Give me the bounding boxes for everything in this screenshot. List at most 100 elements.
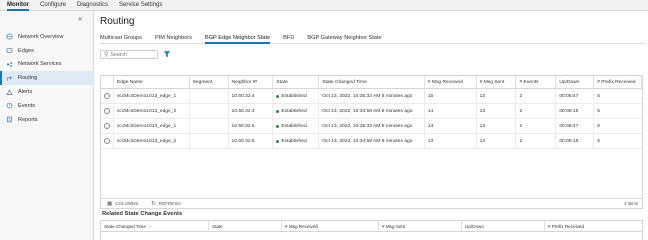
events-icon [6,102,13,109]
column-header[interactable]: # Msg Sent [477,76,517,88]
state-cell: Established [273,119,320,133]
select-column-header [101,76,114,88]
routing-tabs: Multicast Groups PIM Neighbors BGP Edge … [100,34,645,44]
tab-configure[interactable]: Configure [40,0,66,11]
tab-diagnostics[interactable]: Diagnostics [77,0,108,11]
prefix-received-cell: 5 [597,93,600,99]
edge-name-cell: vccMcsDemo1013_edge_1 [114,89,190,103]
row-select-radio[interactable] [103,123,110,129]
tab-multicast-groups[interactable]: Multicast Groups [100,34,142,44]
table-row[interactable]: vccMcsDemo1013_edge_1 10.50.32.5 Establi… [101,119,642,134]
sidebar-item-network-overview[interactable]: Network Overview [0,30,94,44]
neighbor-ip-cell: 10.50.32.5 [229,134,274,148]
collapse-sidebar-icon[interactable]: « [78,14,82,23]
sidebar-item-alerts[interactable]: Alerts [0,85,94,99]
edge-name-cell: vccMcsDemo1013_edge_2 [114,104,190,118]
prefix-received-cell: 5 [597,123,600,129]
routing-icon [6,75,13,82]
neighbor-ip-cell: 10.50.32.5 [229,119,274,133]
table-row[interactable]: vccMcsDemo1013_edge_1 10.50.32.4 Establi… [101,89,642,104]
sidebar-item-network-services[interactable]: Network Services [0,58,94,72]
segment-cell [190,89,229,103]
msg-received-cell: 14 [425,104,477,118]
row-select-radio[interactable] [103,138,110,144]
columns-button[interactable]: ▦ COLUMNS [107,201,138,207]
row-select-radio[interactable] [103,108,110,114]
tab-monitor[interactable]: Monitor [7,0,29,11]
up-down-cell: 00:08:15 [556,134,595,148]
state-cell: Established [273,89,320,103]
sidebar: « Network Overview Edges Network Service… [0,11,94,240]
tab-bfd[interactable]: BFD [283,34,294,44]
sidebar-item-edges[interactable]: Edges [0,44,94,58]
events-section-title: Related State Change Events [102,211,183,217]
edge-icon [6,47,13,54]
column-header[interactable]: State [209,221,282,231]
column-header[interactable]: # Prefix Received [594,76,643,88]
events-cell: 2 [516,134,557,148]
page-title: Routing [100,16,135,27]
sidebar-item-reports[interactable]: Reports [0,113,94,127]
events-cell: 2 [516,104,557,118]
top-navigation: Monitor Configure Diagnostics Service Se… [0,0,648,11]
segment-cell [190,119,229,133]
sort-descending-icon[interactable]: ↓ [149,224,151,229]
column-header[interactable]: Up/Down [556,76,595,88]
tab-bgp-edge-neighbor-state[interactable]: BGP Edge Neighbor State [204,34,271,44]
msg-sent-cell: 13 [477,134,517,148]
column-header[interactable]: Neighbor IP [229,76,274,88]
established-status-icon [276,124,280,128]
column-header[interactable]: # Msg Received [425,76,477,88]
column-header[interactable]: Segment [190,76,229,88]
prefix-received-cell: 5 [597,138,600,144]
row-select-radio[interactable] [103,93,110,99]
grid-footer: ▦ COLUMNS ↻ REFRESH 4 items [101,198,642,208]
prefix-received-cell: 5 [597,108,600,114]
filter-icon[interactable] [163,50,171,58]
tab-service-settings[interactable]: Service Settings [119,0,162,11]
established-status-icon [276,109,280,113]
neighbor-ip-cell: 10.50.32.4 [229,89,274,103]
sidebar-item-label: Routing [18,75,38,82]
column-header-state-changed-time[interactable]: State Changed Time ↓ [101,221,209,231]
sidebar-item-events[interactable]: Events [0,99,94,113]
sidebar-item-label: Network Overview [18,33,64,40]
main-content: Routing Multicast Groups PIM Neighbors B… [95,11,648,240]
column-header[interactable]: Up/Down [462,221,545,231]
alert-icon [6,88,13,96]
column-header[interactable]: # Prefix Received [545,221,642,231]
network-icon [6,33,13,40]
column-header[interactable]: # Msg Received [282,221,379,231]
services-icon [6,61,13,68]
refresh-button[interactable]: ↻ REFRESH [151,201,181,207]
state-cell: Established [273,104,320,118]
up-down-cell: 00:08:47 [556,89,595,103]
established-status-icon [276,139,280,143]
sidebar-item-label: Events [18,102,36,109]
search-input[interactable] [110,51,157,58]
table-row[interactable]: vccMcsDemo1013_edge_2 10.50.32.5 Establi… [101,134,642,149]
tab-bgp-gateway-neighbor-state[interactable]: BGP Gateway Neighbor State [307,34,381,44]
segment-cell [190,104,229,118]
bgp-neighbor-grid: Edge Name Segment Neighbor IP State Stat… [100,75,643,209]
item-count: 4 items [624,201,638,206]
tab-pim-neighbors[interactable]: PIM Neighbors [155,34,192,44]
sidebar-item-routing[interactable]: Routing [0,71,94,86]
column-header[interactable]: # Msg Sent [379,221,462,231]
state-changed-time-cell: Oct 13, 2022, 10:35:33 AM 8 minutes ago [319,119,425,133]
column-header[interactable]: # Events [516,76,557,88]
column-header[interactable]: Edge Name [114,76,190,88]
column-header[interactable]: State [273,76,320,88]
events-grid-header: State Changed Time ↓ State # Msg Received… [101,221,642,232]
events-grid: State Changed Time ↓ State # Msg Received… [100,220,643,240]
segment-cell [190,134,229,148]
events-cell: 2 [516,89,557,103]
column-header[interactable]: State Changed Time [319,76,425,88]
msg-received-cell: 15 [425,89,477,103]
sidebar-item-label: Network Services [18,61,62,68]
up-down-cell: 00:08:15 [556,104,595,118]
events-cell: 2 [516,119,557,133]
columns-icon: ▦ [107,200,113,207]
table-row[interactable]: vccMcsDemo1013_edge_2 10.50.32.4 Establi… [101,104,642,119]
edge-name-cell: vccMcsDemo1013_edge_2 [114,134,190,148]
